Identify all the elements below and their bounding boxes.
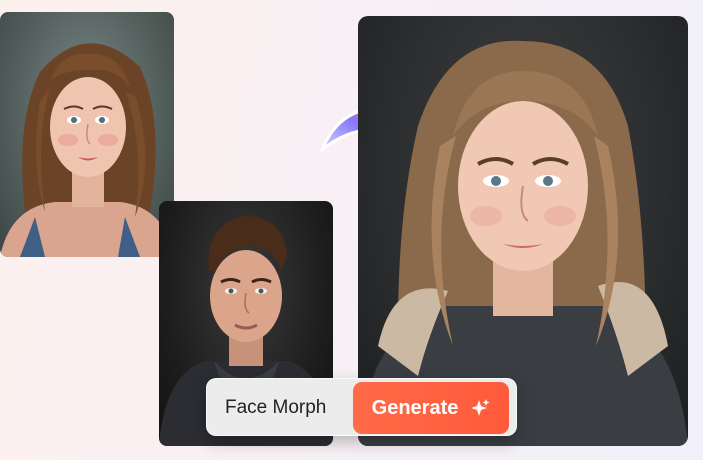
generate-button-label: Generate xyxy=(371,396,459,419)
mode-label: Face Morph xyxy=(225,397,327,418)
portrait-woman-illustration xyxy=(0,43,174,257)
action-bar: Face Morph Generate xyxy=(206,378,517,436)
generate-button[interactable]: Generate xyxy=(353,382,509,434)
sparkle-icon xyxy=(471,399,490,416)
source-photo-woman xyxy=(0,12,174,257)
